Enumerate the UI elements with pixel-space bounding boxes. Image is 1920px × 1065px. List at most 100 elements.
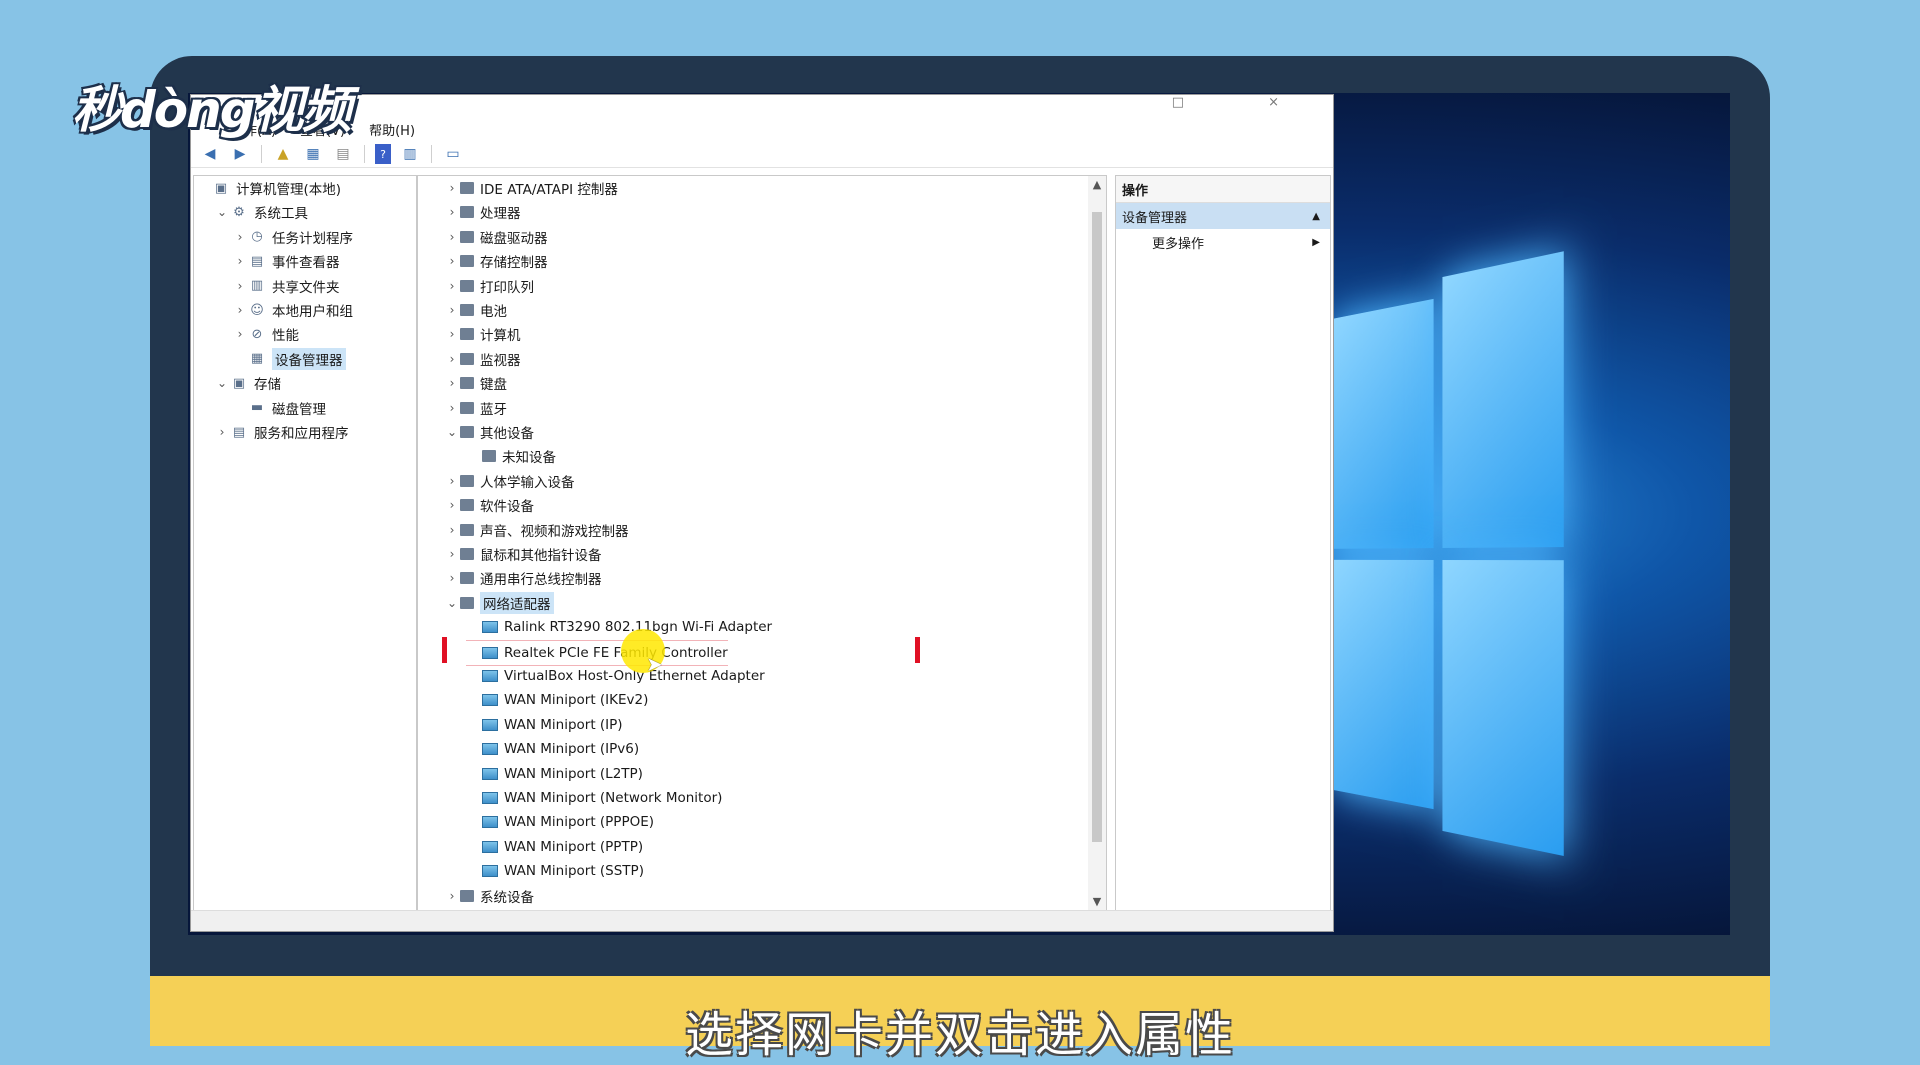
expander-chevron-icon[interactable]: › (444, 474, 460, 488)
expander-chevron-icon[interactable]: › (444, 327, 460, 341)
network-adapter-item[interactable]: WAN Miniport (IPv6) (466, 737, 639, 761)
nav-tree-item[interactable]: › ◷ 任务计划程序 (232, 225, 353, 249)
device-category-item[interactable]: 未知设备 (466, 444, 556, 468)
device-category-item[interactable]: › 监视器 (444, 347, 521, 371)
expander-chevron-icon[interactable]: › (444, 279, 460, 293)
expander-chevron-icon[interactable]: › (444, 205, 460, 219)
up-folder-icon[interactable]: ▲ (272, 144, 294, 164)
device-category-icon (460, 426, 474, 438)
device-category-item[interactable]: › 人体学输入设备 (444, 469, 575, 493)
network-adapter-item[interactable]: WAN Miniport (L2TP) (466, 762, 643, 786)
device-label: 通用串行总线控制器 (480, 572, 602, 589)
nav-tree-item[interactable]: ▣ 计算机管理(本地) (196, 176, 341, 200)
expander-chevron-icon[interactable]: › (444, 254, 460, 268)
nav-tree-item[interactable]: ▦ 设备管理器 (232, 347, 346, 371)
expander-chevron-icon[interactable]: ⌄ (444, 425, 460, 439)
expander-chevron-icon[interactable]: › (214, 425, 230, 439)
expander-chevron-icon[interactable]: › (232, 254, 248, 268)
network-adapter-icon (482, 646, 498, 659)
nav-tree-item[interactable]: › ☺ 本地用户和组 (232, 298, 353, 322)
device-category-item[interactable]: › 蓝牙 (444, 396, 507, 420)
expander-chevron-icon[interactable]: › (444, 352, 460, 366)
device-label: 磁盘驱动器 (480, 230, 548, 247)
network-adapter-item[interactable]: Ralink RT3290 802.11bgn Wi-Fi Adapter (466, 615, 772, 639)
device-label: 计算机 (480, 328, 521, 345)
vertical-scrollbar[interactable]: ▲ ▼ (1088, 176, 1106, 910)
nav-tree-item[interactable]: ⌄ ⚙ 系统工具 (214, 200, 308, 224)
nav-tree-item[interactable]: › ▤ 服务和应用程序 (214, 420, 349, 444)
network-adapter-item[interactable]: VirtualBox Host-Only Ethernet Adapter (466, 664, 765, 688)
nav-tree-item[interactable]: ▬ 磁盘管理 (232, 396, 326, 420)
collapse-up-icon[interactable]: ▲ (1312, 211, 1320, 222)
device-category-item[interactable]: › 键盘 (444, 371, 507, 395)
more-actions-item[interactable]: 更多操作 ▶ (1116, 229, 1330, 255)
device-category-item[interactable]: › IDE ATA/ATAPI 控制器 (444, 176, 618, 200)
scrollbar-thumb[interactable] (1092, 212, 1102, 842)
expander-chevron-icon[interactable]: › (444, 376, 460, 390)
menu-help[interactable]: 帮助(H) (369, 120, 415, 139)
expander-chevron-icon[interactable]: › (444, 230, 460, 244)
scroll-down-icon[interactable]: ▼ (1088, 895, 1106, 908)
back-arrow-icon[interactable]: ◀ (199, 144, 221, 164)
expander-chevron-icon[interactable]: › (444, 401, 460, 415)
expander-chevron-icon[interactable]: › (232, 279, 248, 293)
expander-chevron-icon[interactable]: ⌄ (444, 596, 460, 610)
actions-device-manager[interactable]: 设备管理器 ▲ (1116, 203, 1330, 229)
actions-pane: 操作 设备管理器 ▲ 更多操作 ▶ (1115, 175, 1331, 911)
network-adapter-item[interactable]: WAN Miniport (PPPOE) (466, 810, 654, 834)
expander-chevron-icon[interactable]: › (232, 303, 248, 317)
view-icon[interactable]: ▥ (399, 144, 421, 164)
expander-chevron-icon[interactable]: ⌄ (214, 205, 230, 219)
expander-chevron-icon[interactable]: › (232, 327, 248, 341)
forward-arrow-icon[interactable]: ▶ (229, 144, 251, 164)
expander-chevron-icon[interactable]: › (444, 181, 460, 195)
device-category-item[interactable]: ⌄ 其他设备 (444, 420, 534, 444)
expander-chevron-icon[interactable]: › (444, 547, 460, 561)
device-category-item[interactable]: ⌄ 网络适配器 (444, 591, 554, 615)
device-category-icon (460, 474, 474, 487)
nav-tree-item[interactable]: › ⊘ 性能 (232, 322, 299, 346)
device-tree-pane: › IDE ATA/ATAPI 控制器 › 处理器 › 磁盘驱动器 › 存储控制器 › 打印队列 ›… (417, 175, 1107, 911)
device-category-item[interactable]: › 鼠标和其他指针设备 (444, 542, 602, 566)
network-adapter-icon (482, 743, 498, 756)
more-actions-label: 更多操作 (1152, 236, 1205, 252)
nav-tree-label: 事件查看器 (272, 255, 340, 272)
device-category-item[interactable]: › 电池 (444, 298, 507, 322)
properties-icon[interactable]: ▤ (332, 144, 354, 164)
device-category-item[interactable]: › 计算机 (444, 322, 521, 346)
expander-chevron-icon[interactable]: › (232, 230, 248, 244)
network-adapter-item[interactable]: WAN Miniport (IKEv2) (466, 688, 648, 712)
nav-tree-item[interactable]: › ▥ 共享文件夹 (232, 274, 340, 298)
device-category-item[interactable]: › 声音、视频和游戏控制器 (444, 518, 629, 542)
device-category-item[interactable]: › 打印队列 (444, 274, 534, 298)
window-controls[interactable]: □ × (1172, 95, 1319, 110)
expander-chevron-icon[interactable]: › (444, 889, 460, 903)
nav-tree-item[interactable]: ⌄ ▣ 存储 (214, 371, 281, 395)
device-category-item[interactable]: › 系统设备 (444, 884, 534, 908)
expander-chevron-icon[interactable]: › (444, 523, 460, 537)
expander-chevron-icon[interactable]: ⌄ (214, 376, 230, 390)
network-adapter-item[interactable]: Realtek PCIe FE Family Controller (466, 639, 728, 666)
nav-tree-label: 系统工具 (254, 206, 308, 223)
network-adapter-item[interactable]: WAN Miniport (Network Monitor) (466, 786, 722, 810)
network-adapter-icon (482, 840, 498, 853)
device-category-item[interactable]: › 磁盘驱动器 (444, 225, 548, 249)
nav-tree-label: 任务计划程序 (272, 230, 353, 247)
expander-chevron-icon[interactable]: › (444, 571, 460, 585)
network-adapter-icon (482, 670, 498, 682)
network-adapter-item[interactable]: WAN Miniport (PPTP) (466, 835, 643, 859)
show-tree-icon[interactable]: ▦ (302, 144, 324, 164)
device-category-item[interactable]: › 处理器 (444, 200, 521, 224)
network-adapter-item[interactable]: WAN Miniport (SSTP) (466, 859, 644, 883)
monitor-icon[interactable]: ▭ (442, 144, 464, 164)
scroll-up-icon[interactable]: ▲ (1088, 178, 1106, 191)
device-category-item[interactable]: › 存储控制器 (444, 249, 548, 273)
expander-chevron-icon[interactable]: › (444, 498, 460, 512)
device-category-item[interactable]: › 软件设备 (444, 493, 534, 517)
tree-node-icon: ☺ (250, 302, 264, 318)
device-category-item[interactable]: › 通用串行总线控制器 (444, 566, 602, 590)
network-adapter-item[interactable]: WAN Miniport (IP) (466, 713, 623, 737)
help-icon[interactable]: ? (375, 144, 391, 164)
expander-chevron-icon[interactable]: › (444, 303, 460, 317)
nav-tree-item[interactable]: › ▤ 事件查看器 (232, 249, 340, 273)
